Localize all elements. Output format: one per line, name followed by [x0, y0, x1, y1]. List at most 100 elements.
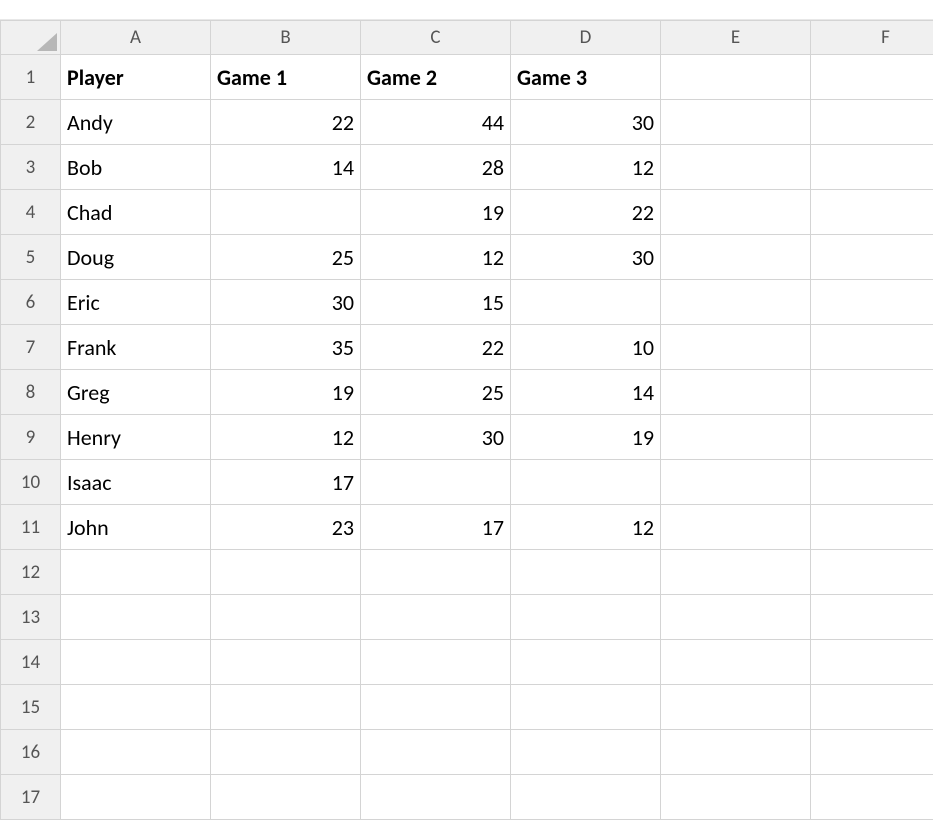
cell-D14[interactable]	[511, 640, 661, 685]
cell-E15[interactable]	[661, 685, 811, 730]
cell-E5[interactable]	[661, 235, 811, 280]
cell-B6[interactable]: 30	[211, 280, 361, 325]
col-header-C[interactable]: C	[361, 21, 511, 55]
cell-D12[interactable]	[511, 550, 661, 595]
cell-C14[interactable]	[361, 640, 511, 685]
cell-B4[interactable]	[211, 190, 361, 235]
cell-C2[interactable]: 44	[361, 100, 511, 145]
row-header-14[interactable]: 14	[1, 640, 61, 685]
row-header-1[interactable]: 1	[1, 55, 61, 100]
cell-F1[interactable]	[811, 55, 933, 100]
row-header-8[interactable]: 8	[1, 370, 61, 415]
cell-A12[interactable]	[61, 550, 211, 595]
cell-C9[interactable]: 30	[361, 415, 511, 460]
cell-C3[interactable]: 28	[361, 145, 511, 190]
cell-A14[interactable]	[61, 640, 211, 685]
select-all-corner[interactable]	[1, 21, 61, 55]
cell-D6[interactable]	[511, 280, 661, 325]
row-header-6[interactable]: 6	[1, 280, 61, 325]
cell-F12[interactable]	[811, 550, 933, 595]
cell-B9[interactable]: 12	[211, 415, 361, 460]
cell-A2[interactable]: Andy	[61, 100, 211, 145]
cell-D2[interactable]: 30	[511, 100, 661, 145]
cell-F17[interactable]	[811, 775, 933, 820]
cell-F13[interactable]	[811, 595, 933, 640]
cell-B7[interactable]: 35	[211, 325, 361, 370]
cell-D15[interactable]	[511, 685, 661, 730]
cell-B10[interactable]: 17	[211, 460, 361, 505]
cell-C16[interactable]	[361, 730, 511, 775]
cell-A6[interactable]: Eric	[61, 280, 211, 325]
cell-E3[interactable]	[661, 145, 811, 190]
cell-B13[interactable]	[211, 595, 361, 640]
cell-D3[interactable]: 12	[511, 145, 661, 190]
cell-F16[interactable]	[811, 730, 933, 775]
cell-F15[interactable]	[811, 685, 933, 730]
cell-A16[interactable]	[61, 730, 211, 775]
cell-A17[interactable]	[61, 775, 211, 820]
cell-C11[interactable]: 17	[361, 505, 511, 550]
col-header-A[interactable]: A	[61, 21, 211, 55]
cell-C10[interactable]	[361, 460, 511, 505]
cell-F9[interactable]	[811, 415, 933, 460]
cell-D10[interactable]	[511, 460, 661, 505]
cell-D1[interactable]: Game 3	[511, 55, 661, 100]
cell-C17[interactable]	[361, 775, 511, 820]
row-header-13[interactable]: 13	[1, 595, 61, 640]
col-header-E[interactable]: E	[661, 21, 811, 55]
cell-A3[interactable]: Bob	[61, 145, 211, 190]
cell-C8[interactable]: 25	[361, 370, 511, 415]
cell-D11[interactable]: 12	[511, 505, 661, 550]
cell-F14[interactable]	[811, 640, 933, 685]
cell-B16[interactable]	[211, 730, 361, 775]
cell-A1[interactable]: Player	[61, 55, 211, 100]
cell-F3[interactable]	[811, 145, 933, 190]
cell-A4[interactable]: Chad	[61, 190, 211, 235]
cell-E13[interactable]	[661, 595, 811, 640]
cell-C4[interactable]: 19	[361, 190, 511, 235]
row-header-17[interactable]: 17	[1, 775, 61, 820]
cell-E2[interactable]	[661, 100, 811, 145]
row-header-2[interactable]: 2	[1, 100, 61, 145]
cell-F6[interactable]	[811, 280, 933, 325]
cell-A8[interactable]: Greg	[61, 370, 211, 415]
row-header-5[interactable]: 5	[1, 235, 61, 280]
row-header-4[interactable]: 4	[1, 190, 61, 235]
cell-C15[interactable]	[361, 685, 511, 730]
cell-B5[interactable]: 25	[211, 235, 361, 280]
cell-B11[interactable]: 23	[211, 505, 361, 550]
cell-F7[interactable]	[811, 325, 933, 370]
cell-D4[interactable]: 22	[511, 190, 661, 235]
col-header-D[interactable]: D	[511, 21, 661, 55]
cell-C1[interactable]: Game 2	[361, 55, 511, 100]
cell-F8[interactable]	[811, 370, 933, 415]
cell-A10[interactable]: Isaac	[61, 460, 211, 505]
cell-B12[interactable]	[211, 550, 361, 595]
cell-B8[interactable]: 19	[211, 370, 361, 415]
row-header-12[interactable]: 12	[1, 550, 61, 595]
cell-B3[interactable]: 14	[211, 145, 361, 190]
cell-F4[interactable]	[811, 190, 933, 235]
cell-D17[interactable]	[511, 775, 661, 820]
cell-E14[interactable]	[661, 640, 811, 685]
cell-F11[interactable]	[811, 505, 933, 550]
cell-F2[interactable]	[811, 100, 933, 145]
col-header-B[interactable]: B	[211, 21, 361, 55]
row-header-9[interactable]: 9	[1, 415, 61, 460]
cell-E8[interactable]	[661, 370, 811, 415]
row-header-7[interactable]: 7	[1, 325, 61, 370]
cell-F5[interactable]	[811, 235, 933, 280]
cell-E9[interactable]	[661, 415, 811, 460]
cell-E10[interactable]	[661, 460, 811, 505]
row-header-10[interactable]: 10	[1, 460, 61, 505]
cell-C6[interactable]: 15	[361, 280, 511, 325]
cell-F10[interactable]	[811, 460, 933, 505]
cell-D9[interactable]: 19	[511, 415, 661, 460]
cell-B17[interactable]	[211, 775, 361, 820]
cell-A11[interactable]: John	[61, 505, 211, 550]
cell-B2[interactable]: 22	[211, 100, 361, 145]
cell-E17[interactable]	[661, 775, 811, 820]
cell-C5[interactable]: 12	[361, 235, 511, 280]
row-header-15[interactable]: 15	[1, 685, 61, 730]
cell-A15[interactable]	[61, 685, 211, 730]
